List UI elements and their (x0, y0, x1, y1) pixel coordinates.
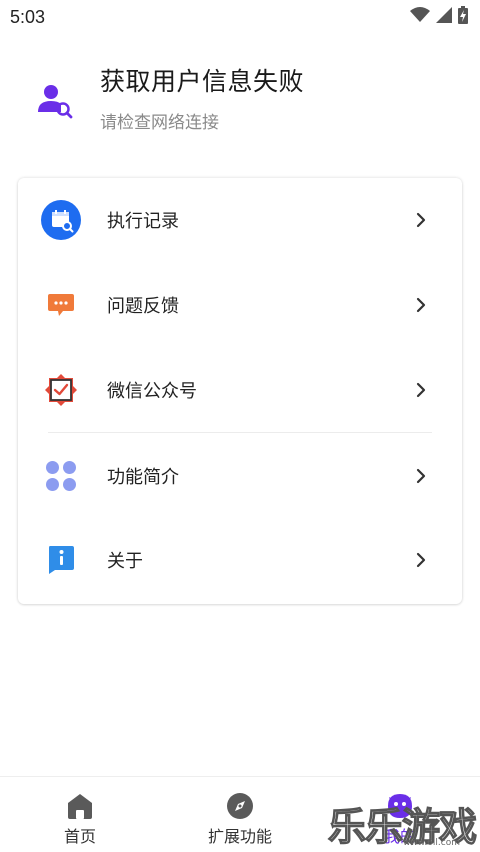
check-badge-icon (40, 369, 82, 411)
battery-icon (458, 6, 468, 28)
menu-item-label: 功能简介 (107, 467, 179, 488)
nav-label: 扩展功能 (207, 827, 272, 846)
menu-card: 执行记录 问题反馈 微信公众号 功能简介 关于 (18, 178, 462, 604)
watermark-url: www.6ll.com (403, 838, 460, 848)
info-icon (40, 539, 82, 581)
status-time: 5:03 (10, 6, 46, 27)
chevron-right-icon (414, 382, 428, 398)
menu-divider (48, 432, 432, 433)
menu-item-wechat-official[interactable]: 微信公众号 (18, 350, 462, 430)
status-bar: 5:03 (0, 0, 480, 34)
menu-item-label: 微信公众号 (107, 381, 197, 402)
menu-item-execution-log[interactable]: 执行记录 (18, 180, 462, 260)
compass-icon (225, 791, 255, 821)
nav-label: 首页 (63, 827, 96, 846)
profile-title: 获取用户信息失败 (100, 67, 305, 96)
status-icons (410, 6, 468, 28)
cell-signal-icon (436, 7, 452, 27)
menu-item-label: 执行记录 (107, 211, 179, 232)
menu-item-feedback[interactable]: 问题反馈 (18, 265, 462, 345)
nav-item-extensions[interactable]: 扩展功能 (160, 777, 320, 852)
menu-item-about[interactable]: 关于 (18, 520, 462, 600)
menu-item-label: 问题反馈 (107, 296, 179, 317)
profile-header[interactable]: 获取用户信息失败 请检查网络连接 (0, 58, 480, 148)
nav-item-home[interactable]: 首页 (0, 777, 160, 852)
menu-item-features-intro[interactable]: 功能简介 (18, 436, 462, 516)
four-leaf-icon (40, 455, 82, 497)
chevron-right-icon (414, 212, 428, 228)
chevron-right-icon (414, 552, 428, 568)
wifi-icon (410, 7, 430, 27)
chevron-right-icon (414, 297, 428, 313)
user-search-icon (36, 82, 74, 120)
chat-bubble-icon (40, 284, 82, 326)
home-icon (65, 791, 95, 821)
chevron-right-icon (414, 468, 428, 484)
menu-item-label: 关于 (107, 551, 143, 572)
profile-subtitle: 请检查网络连接 (100, 113, 219, 133)
calendar-search-icon (40, 199, 82, 241)
